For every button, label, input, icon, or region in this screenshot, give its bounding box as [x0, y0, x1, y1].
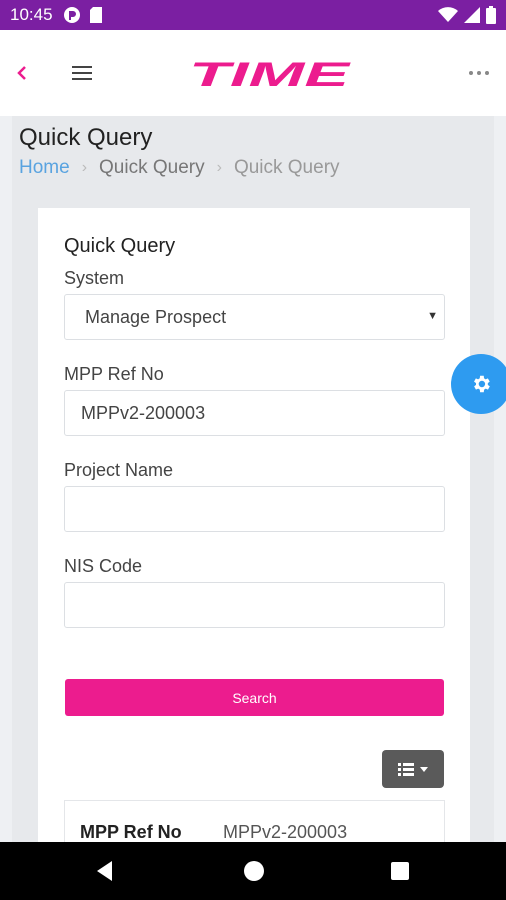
- list-view-icon: [398, 762, 414, 776]
- mpp-ref-input[interactable]: MPPv2-200003: [64, 390, 445, 436]
- back-button[interactable]: [10, 58, 34, 88]
- app-notification-icon: [63, 7, 80, 23]
- breadcrumb-item[interactable]: Quick Query: [99, 157, 205, 179]
- breadcrumb: Home › Quick Query › Quick Query: [19, 157, 340, 179]
- nis-code-label: NIS Code: [64, 556, 143, 576]
- card-title: Quick Query: [64, 235, 176, 257]
- project-name-input[interactable]: [64, 486, 445, 532]
- more-horizontal-icon: [469, 71, 489, 75]
- signal-icon: [464, 7, 480, 23]
- mpp-ref-value: MPPv2-200003: [81, 402, 206, 423]
- status-notification-icons: [63, 6, 103, 24]
- status-bar: 10:45: [0, 0, 506, 30]
- search-button[interactable]: Search: [65, 679, 444, 716]
- app-header: TIME: [0, 30, 506, 116]
- page-title: Quick Query: [19, 124, 153, 151]
- gear-icon: [474, 375, 490, 393]
- project-name-label: Project Name: [64, 460, 174, 480]
- wifi-icon: [438, 7, 458, 22]
- battery-icon: [486, 6, 496, 24]
- nis-code-input[interactable]: [64, 582, 445, 628]
- breadcrumb-current: Quick Query: [233, 157, 340, 178]
- breadcrumb-home[interactable]: Home: [19, 157, 70, 179]
- chevron-left-icon: [17, 66, 26, 80]
- mpp-ref-label: MPP Ref No: [64, 364, 164, 384]
- nav-back-icon[interactable]: [94, 859, 118, 883]
- system-label: System: [64, 268, 125, 288]
- caret-down-icon: [420, 766, 428, 772]
- status-system-icons: [438, 6, 496, 24]
- result-value: MPPv2-200003: [223, 822, 348, 842]
- menu-button[interactable]: [68, 58, 96, 88]
- time-logo: TIME: [186, 56, 352, 94]
- system-select[interactable]: Manage Prospect ▼: [64, 294, 445, 340]
- system-select-value: Manage Prospect: [85, 306, 227, 327]
- logo-text: TIME: [189, 60, 352, 90]
- breadcrumb-separator-icon: ›: [216, 159, 222, 176]
- system-nav-bar: [0, 842, 506, 900]
- result-row: MPP Ref No MPPv2-200003: [64, 800, 445, 842]
- nav-recents-icon[interactable]: [391, 862, 409, 880]
- view-toggle-button[interactable]: [382, 750, 444, 788]
- more-options-button[interactable]: [464, 58, 494, 88]
- hamburger-menu-icon: [72, 66, 92, 80]
- breadcrumb-separator-icon: ›: [81, 159, 88, 176]
- status-time: 10:45: [10, 5, 53, 24]
- sd-card-icon: [89, 7, 102, 23]
- settings-fab[interactable]: [451, 354, 506, 414]
- caret-down-icon: ▼: [427, 310, 438, 322]
- nav-home-icon[interactable]: [244, 861, 264, 881]
- result-key: MPP Ref No: [80, 822, 182, 842]
